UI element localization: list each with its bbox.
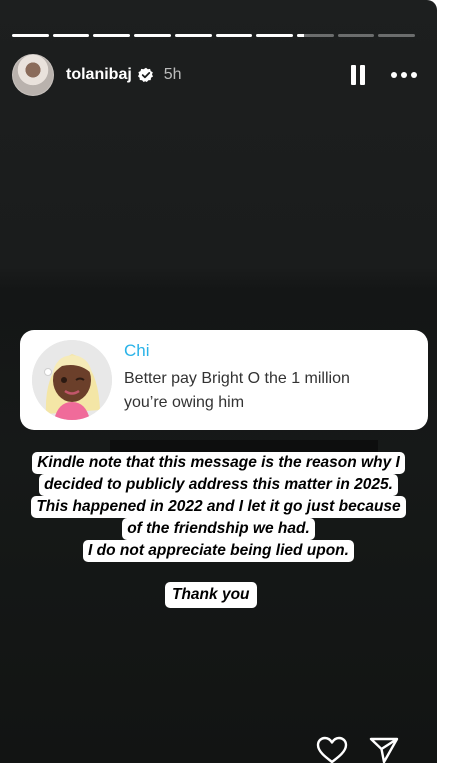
story-caption: Kindle note that this message is the rea…: [0, 452, 437, 562]
story-header: tolanibaj 5h: [12, 54, 417, 96]
post-time: 5h: [163, 66, 182, 83]
username[interactable]: tolanibaj: [66, 66, 132, 84]
progress-segment-current: [296, 34, 334, 37]
progress-segment: [12, 34, 49, 37]
caption-thanks: Thank you: [165, 582, 257, 608]
more-options-icon[interactable]: [391, 68, 417, 82]
progress-segment: [174, 34, 212, 37]
header-controls: [351, 65, 417, 85]
progress-segment: [52, 34, 90, 37]
caption-line: I do not appreciate being lied upon.: [83, 540, 354, 562]
message-card: Chi Better pay Bright O the 1 million yo…: [20, 330, 428, 430]
heart-icon[interactable]: [316, 736, 348, 763]
caption-line: This happened in 2022 and I let it go ju…: [31, 496, 406, 518]
story-viewer: tolanibaj 5h Chi Better pay Bright O the…: [0, 0, 437, 763]
pause-icon[interactable]: [351, 65, 365, 85]
progress-segment: [378, 34, 416, 37]
send-icon[interactable]: [368, 736, 400, 763]
caption-line: decided to publicly address this matter …: [39, 474, 398, 496]
message-line: you’re owing him: [124, 394, 245, 411]
caption-line: of the friendship we had.: [122, 518, 315, 540]
progress-segment: [256, 34, 293, 37]
story-actions: [316, 736, 400, 763]
verified-badge-icon: [137, 67, 154, 83]
progress-segment: [215, 34, 253, 37]
message-line: Better pay Bright O the 1 million: [124, 370, 350, 387]
caption-line: Kindle note that this message is the rea…: [32, 452, 405, 474]
bitmoji-avatar-icon: [32, 340, 112, 420]
message-content: Chi Better pay Bright O the 1 million yo…: [124, 341, 350, 415]
progress-segment: [337, 34, 375, 37]
story-progress-bar: [12, 34, 416, 37]
progress-segment: [134, 34, 171, 37]
sender-name: Chi: [124, 341, 150, 360]
progress-segment: [93, 34, 131, 37]
profile-avatar[interactable]: [12, 54, 54, 96]
